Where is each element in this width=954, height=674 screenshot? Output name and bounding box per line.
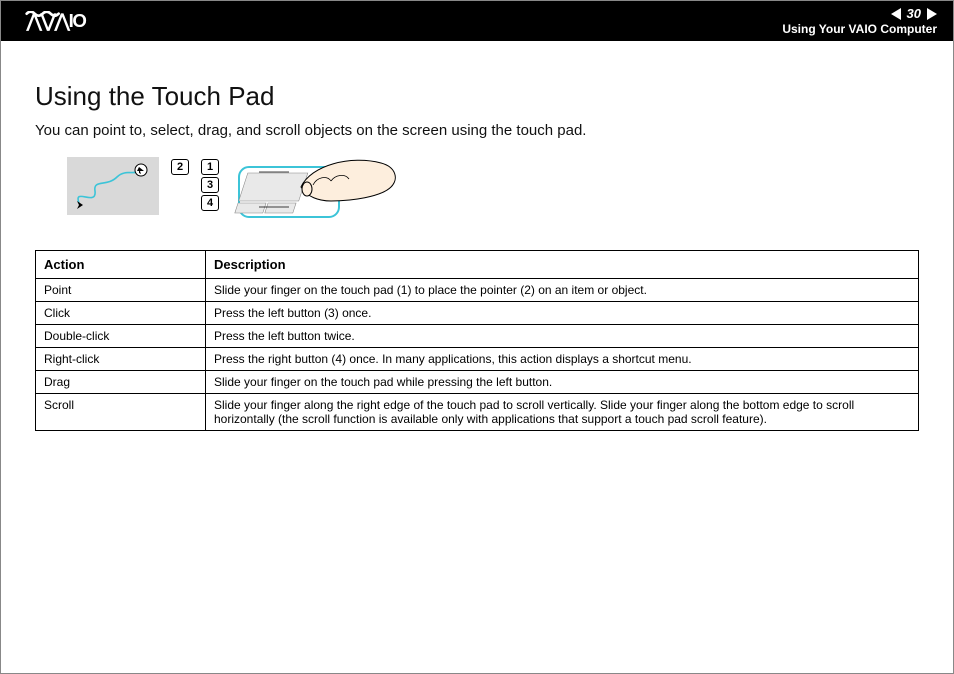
vaio-logo: ⋀⋁⋀IO: [25, 11, 135, 31]
cell-action: Drag: [36, 371, 206, 394]
touchpad-illustration: [231, 157, 401, 232]
table-row: DragSlide your finger on the touch pad w…: [36, 371, 919, 394]
header-bar: ⋀⋁⋀IO 30 Using Your VAIO Computer: [1, 1, 953, 41]
callout-4: 4: [201, 195, 219, 211]
cell-desc: Slide your finger on the touch pad while…: [206, 371, 919, 394]
cell-action: Click: [36, 302, 206, 325]
cell-desc: Press the left button (3) once.: [206, 302, 919, 325]
callout-3: 3: [201, 177, 219, 193]
next-page-icon[interactable]: [927, 8, 937, 20]
cell-desc: Press the right button (4) once. In many…: [206, 348, 919, 371]
svg-text:⋀⋁⋀IO: ⋀⋁⋀IO: [26, 11, 87, 31]
page-content: Using the Touch Pad You can point to, se…: [1, 41, 953, 431]
table-header-row: Action Description: [36, 251, 919, 279]
table-row: Double-clickPress the left button twice.: [36, 325, 919, 348]
cell-action: Point: [36, 279, 206, 302]
callout-1: 1: [201, 159, 219, 175]
header-right: 30 Using Your VAIO Computer: [782, 6, 937, 36]
label-col-touchpad: 1 3 4: [201, 159, 219, 211]
actions-table: Action Description PointSlide your finge…: [35, 250, 919, 431]
document-page: ⋀⋁⋀IO 30 Using Your VAIO Computer Using …: [0, 0, 954, 674]
section-title: Using Your VAIO Computer: [782, 22, 937, 36]
page-navigator: 30: [891, 6, 937, 21]
col-description: Description: [206, 251, 919, 279]
intro-text: You can point to, select, drag, and scro…: [35, 122, 919, 139]
table-row: PointSlide your finger on the touch pad …: [36, 279, 919, 302]
callout-2: 2: [171, 159, 189, 175]
page-number: 30: [907, 6, 921, 21]
cell-desc: Press the left button twice.: [206, 325, 919, 348]
cell-action: Scroll: [36, 394, 206, 431]
col-action: Action: [36, 251, 206, 279]
table-row: ClickPress the left button (3) once.: [36, 302, 919, 325]
pointer-trail-illustration: [67, 157, 159, 215]
cell-desc: Slide your finger along the right edge o…: [206, 394, 919, 431]
label-col-pointer: 2: [171, 159, 189, 175]
page-title: Using the Touch Pad: [35, 81, 919, 112]
table-row: Right-clickPress the right button (4) on…: [36, 348, 919, 371]
cell-action: Double-click: [36, 325, 206, 348]
table-row: ScrollSlide your finger along the right …: [36, 394, 919, 431]
cell-action: Right-click: [36, 348, 206, 371]
prev-page-icon[interactable]: [891, 8, 901, 20]
illustration-row: 2 1 3 4: [67, 157, 919, 232]
cell-desc: Slide your finger on the touch pad (1) t…: [206, 279, 919, 302]
